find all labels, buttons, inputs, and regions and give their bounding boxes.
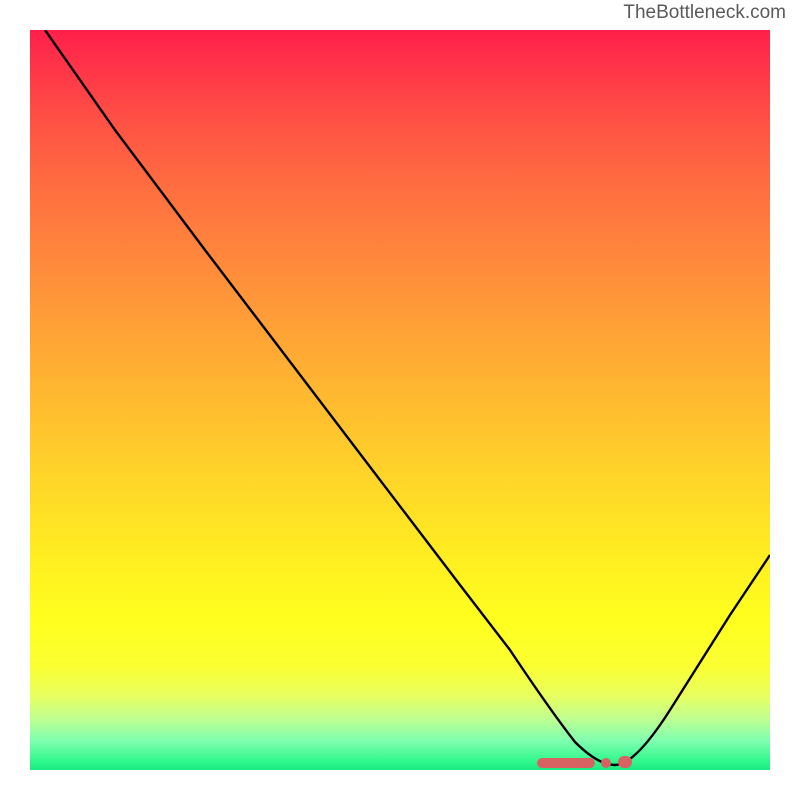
plot-area — [30, 30, 770, 770]
chart-curve-svg — [30, 30, 770, 770]
watermark-text: TheBottleneck.com — [623, 2, 786, 24]
optimal-marker — [618, 756, 632, 768]
bottleneck-curve-path — [45, 30, 770, 765]
optimal-marker — [601, 758, 611, 768]
optimal-marker — [537, 758, 595, 768]
